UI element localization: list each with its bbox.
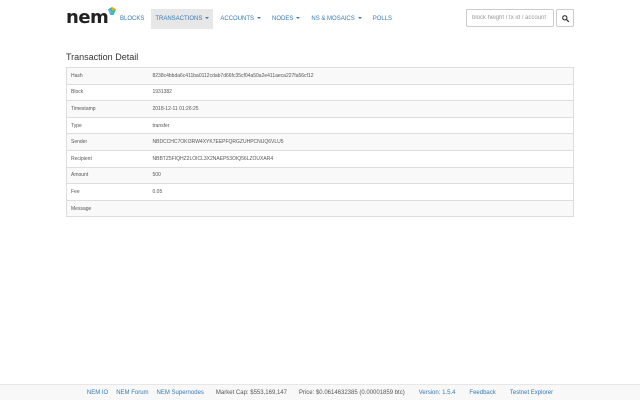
row-value: 500	[148, 166, 574, 184]
row-key: Message	[66, 199, 149, 217]
caret-down-icon	[205, 17, 210, 20]
row-value: 2018-12-11 01:26:25	[148, 100, 574, 118]
caret-down-icon	[257, 17, 262, 20]
logo-text: nem	[66, 7, 109, 28]
nav-ns-mosaics[interactable]: NS & MOSAICS	[307, 9, 365, 29]
table-row-block: Block 1931382	[66, 83, 574, 101]
footer-link-nem-io[interactable]: NEM IO	[87, 390, 108, 396]
table-row-hash: Hash 8238c4bbda6c411ba0112cdab7d66fc35cf…	[66, 67, 574, 85]
row-key: Sender	[66, 133, 149, 151]
search-input[interactable]	[466, 9, 554, 27]
nav-accounts[interactable]: ACCOUNTS	[216, 9, 265, 29]
main-nav: BLOCKS TRANSACTIONS ACCOUNTS NODES NS & …	[116, 9, 399, 29]
row-key: Recipient	[66, 149, 149, 168]
nav-polls[interactable]: POLLS	[369, 9, 396, 29]
row-value: 8238c4bbda6c411ba0112cdab7d66fc35cf04a50…	[148, 67, 574, 85]
page-title: Transaction Detail	[66, 52, 139, 62]
table-row-type: Type transfer	[66, 116, 574, 134]
search-button[interactable]	[556, 9, 574, 27]
feedback-link[interactable]: Feedback	[469, 390, 495, 396]
caret-down-icon	[357, 17, 362, 20]
version-link[interactable]: Version: 1.5.4	[419, 390, 456, 396]
nav-blocks[interactable]: BLOCKS	[116, 9, 148, 29]
row-value: 1931382	[148, 83, 574, 101]
row-value: NBBTZ5FIQHZ2LOICL3X2NAEP53OIQ56LZOUXAR4	[148, 149, 574, 168]
nav-nodes[interactable]: NODES	[268, 9, 304, 29]
footer: NEM IO NEM Forum NEM Supernodes Market C…	[0, 384, 640, 400]
table-row-amount: Amount 500	[66, 166, 574, 184]
row-value: transfer	[148, 116, 574, 134]
footer-bar: NEM IO NEM Forum NEM Supernodes Market C…	[0, 385, 640, 400]
table-row-message: Message	[66, 199, 574, 217]
row-value	[148, 199, 574, 217]
price-text: Price: $0.0614632385 (0.00001859 btc)	[298, 390, 405, 396]
table-row-recipient: Recipient NBBTZ5FIQHZ2LOICL3X2NAEP53OIQ5…	[66, 149, 574, 168]
footer-link-nem-supernodes[interactable]: NEM Supernodes	[157, 390, 204, 396]
table-row-fee: Fee 0.05	[66, 183, 574, 201]
row-value: 0.05	[148, 183, 574, 201]
footer-link-nem-forum[interactable]: NEM Forum	[116, 390, 148, 396]
top-navbar: nem BLOCKS TRANSACTIONS ACCOUNTS NODES N…	[0, 0, 640, 38]
search-icon	[561, 14, 569, 22]
row-value: NBDCCHC7OKI3RW4XYK7EEPFQRGZUHPCNUQ6VLU5	[148, 133, 574, 151]
nav-transactions[interactable]: TRANSACTIONS	[151, 9, 214, 29]
transaction-detail-table: Hash 8238c4bbda6c411ba0112cdab7d66fc35cf…	[66, 67, 574, 218]
row-key: Type	[66, 116, 149, 134]
row-key: Amount	[66, 166, 149, 184]
table-row-timestamp: Timestamp 2018-12-11 01:26:25	[66, 100, 574, 118]
table-row-sender: Sender NBDCCHC7OKI3RW4XYK7EEPFQRGZUHPCNU…	[66, 133, 574, 151]
nem-logo[interactable]: nem	[66, 7, 116, 28]
row-key: Block	[66, 83, 149, 101]
testnet-explorer-link[interactable]: Testnet Explorer	[510, 390, 553, 396]
row-key: Hash	[66, 67, 149, 85]
market-cap-text: Market Cap: $553,169,147	[215, 390, 287, 396]
row-key: Fee	[66, 183, 149, 201]
nem-logo-mark-icon	[108, 7, 116, 15]
caret-down-icon	[296, 17, 301, 20]
row-key: Timestamp	[66, 100, 149, 118]
